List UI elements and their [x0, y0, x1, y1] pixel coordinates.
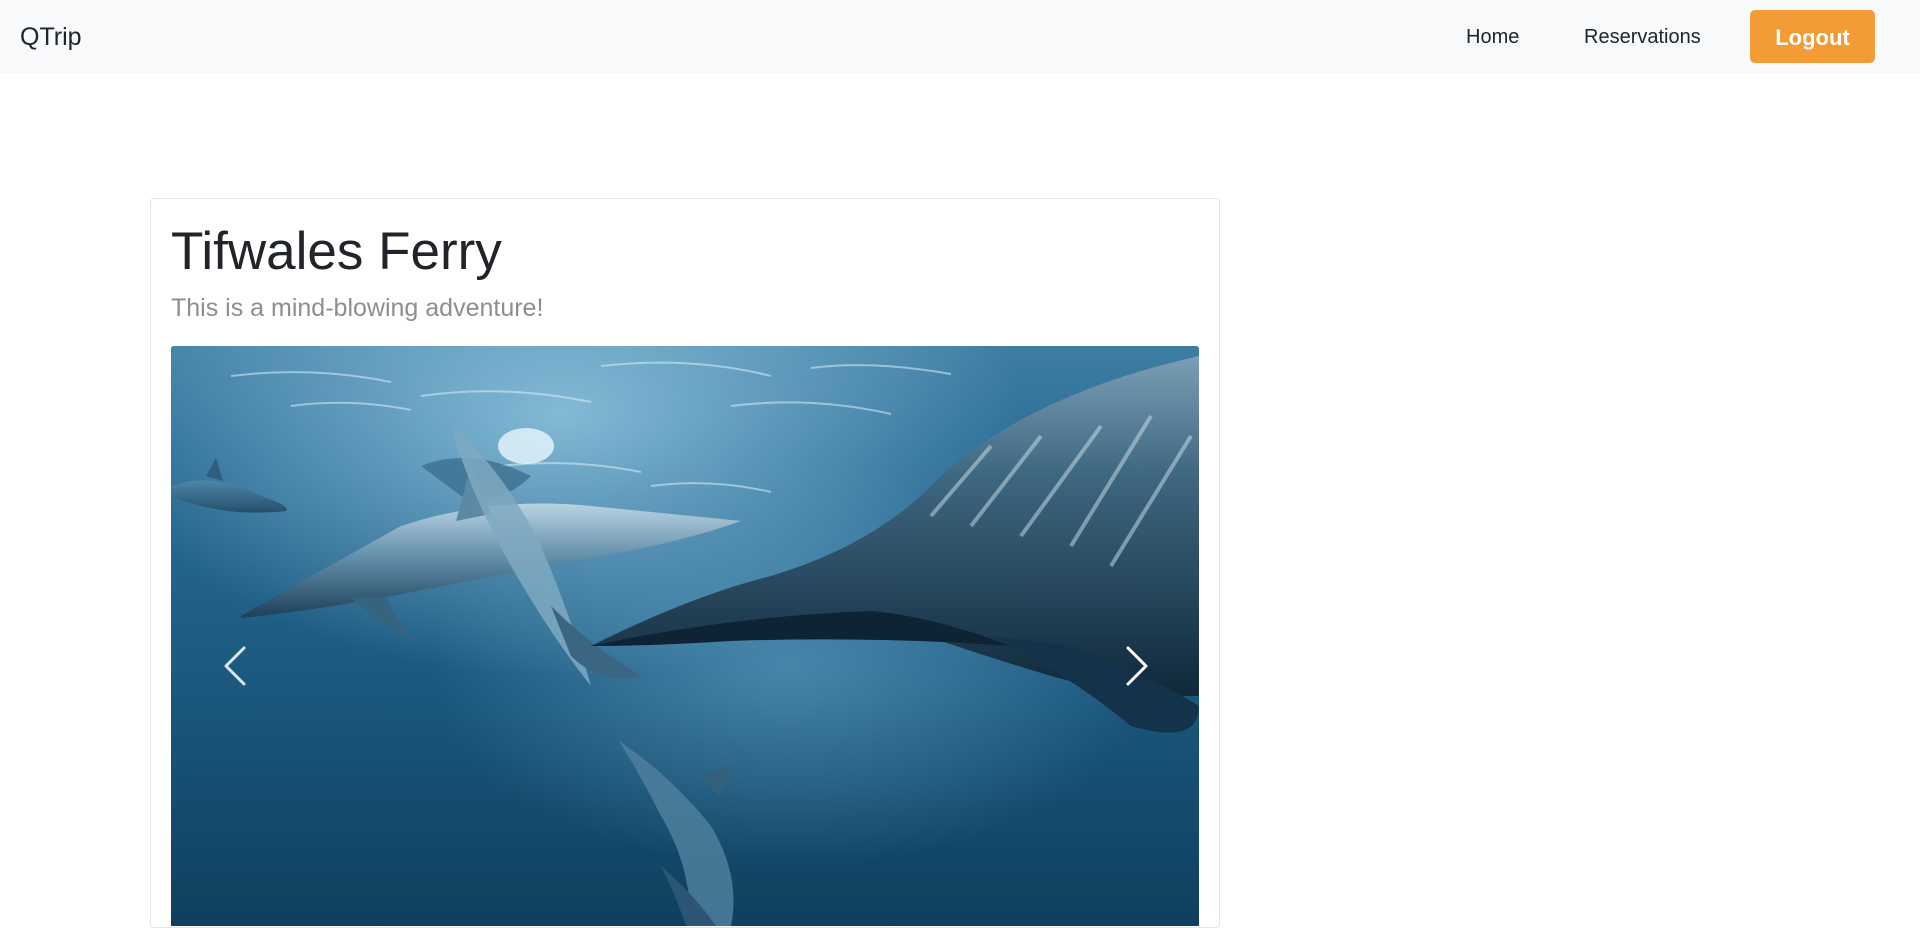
chevron-right-icon [1126, 646, 1148, 686]
image-carousel[interactable] [171, 346, 1199, 926]
adventure-title: Tifwales Ferry [171, 222, 502, 281]
carousel-prev-button[interactable] [206, 636, 266, 696]
carousel-image [171, 346, 1199, 926]
nav-link-reservations[interactable]: Reservations [1584, 24, 1701, 50]
nav-link-home[interactable]: Home [1466, 24, 1519, 50]
chevron-left-icon [224, 646, 246, 686]
navbar: QTrip Home Reservations Logout [0, 0, 1920, 73]
adventure-subtitle: This is a mind-blowing adventure! [171, 294, 544, 322]
carousel-next-button[interactable] [1106, 636, 1166, 696]
logout-button[interactable]: Logout [1750, 10, 1875, 63]
brand-logo[interactable]: QTrip [20, 22, 82, 52]
adventure-detail-card: Tifwales Ferry This is a mind-blowing ad… [150, 198, 1220, 928]
